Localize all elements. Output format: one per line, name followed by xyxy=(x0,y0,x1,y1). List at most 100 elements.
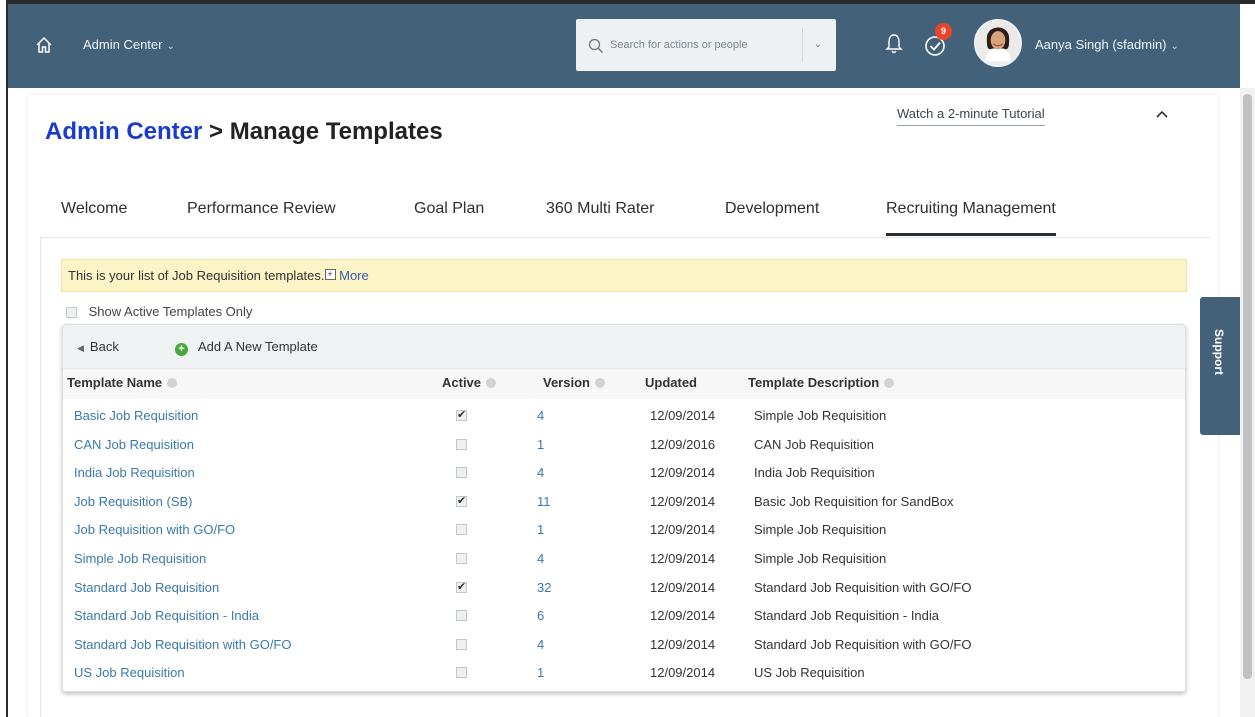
avatar-portrait-icon xyxy=(976,21,1020,65)
version-link[interactable]: 6 xyxy=(537,608,544,623)
add-new-template-button[interactable]: + Add A New Template xyxy=(175,339,318,356)
expand-plus-icon[interactable]: + xyxy=(324,269,336,280)
active-checkbox[interactable] xyxy=(456,438,467,450)
updated-date: 12/09/2014 xyxy=(650,522,716,538)
back-label: Back xyxy=(89,339,119,354)
tab-360-multi-rater[interactable]: 360 Multi Rater xyxy=(546,200,655,236)
breadcrumb: Admin Center > Manage Templates xyxy=(45,118,443,146)
column-header-updated[interactable]: Updated xyxy=(645,375,697,390)
search-scope-chevron-icon[interactable]: ⌄ xyxy=(808,36,828,54)
todo-button[interactable]: 9 xyxy=(923,23,953,60)
version-link[interactable]: 4 xyxy=(537,551,544,566)
support-tab[interactable]: Support xyxy=(1200,297,1240,435)
search-divider xyxy=(802,28,803,62)
template-name-link[interactable]: Standard Job Requisition xyxy=(74,580,219,595)
template-name-link[interactable]: India Job Requisition xyxy=(74,465,195,480)
search-box[interactable]: Search for actions or people ⌄ xyxy=(576,19,836,71)
version-link[interactable]: 4 xyxy=(537,465,544,480)
table-row: India Job Requisition 4 12/09/2014 India Jo… xyxy=(63,459,1185,487)
scrollbar-thumb[interactable] xyxy=(1243,94,1252,679)
template-name-link[interactable]: Basic Job Requisition xyxy=(74,408,198,423)
tutorial-link[interactable]: Watch a 2-minute Tutorial xyxy=(897,106,1045,126)
add-plus-icon: + xyxy=(175,343,188,356)
active-checkbox[interactable] xyxy=(456,610,467,622)
add-new-template-label: Add A New Template xyxy=(198,339,318,354)
table-row: Simple Job Requisition 4 12/09/2014 Simple … xyxy=(63,545,1185,573)
more-link[interactable]: More xyxy=(339,268,369,283)
version-link[interactable]: 1 xyxy=(537,437,544,452)
template-name-link[interactable]: Standard Job Requisition - India xyxy=(74,608,259,623)
breadcrumb-separator: > xyxy=(202,118,230,145)
template-description: CAN Job Requisition xyxy=(754,436,874,452)
column-header-template-description[interactable]: Template Description xyxy=(748,375,895,390)
template-name-link[interactable]: CAN Job Requisition xyxy=(74,437,194,452)
active-checkbox[interactable] xyxy=(456,667,467,679)
tab-bar: Welcome Performance Review Goal Plan 360… xyxy=(45,200,1145,238)
support-label: Support xyxy=(1212,329,1226,375)
active-checkbox[interactable] xyxy=(456,553,467,564)
active-only-filter[interactable]: Show Active Templates Only xyxy=(66,304,252,319)
active-checkbox[interactable] xyxy=(456,467,467,479)
updated-date: 12/09/2014 xyxy=(650,551,716,566)
updated-date: 12/09/2014 xyxy=(650,579,716,595)
template-description: Standard Job Requisition with GO/FO xyxy=(754,636,972,652)
template-name-link[interactable]: US Job Requisition xyxy=(74,665,185,680)
template-description: India Job Requisition xyxy=(754,465,875,481)
column-header-version[interactable]: Version xyxy=(543,375,605,390)
templates-table: ◀ Back + Add A New Template Template Name … xyxy=(62,324,1186,692)
active-checkbox[interactable] xyxy=(456,524,467,536)
home-icon[interactable] xyxy=(34,35,54,55)
todo-count-badge: 9 xyxy=(935,23,952,40)
column-header-template-name[interactable]: Template Name xyxy=(67,375,178,390)
version-link[interactable]: 11 xyxy=(537,494,551,509)
template-name-link[interactable]: Simple Job Requisition xyxy=(74,551,206,566)
version-link[interactable]: 4 xyxy=(537,637,544,652)
version-link[interactable]: 1 xyxy=(537,665,544,680)
search-input[interactable]: Search for actions or people xyxy=(610,39,748,51)
table-row: Standard Job Requisition with GO/FO 4 12/0… xyxy=(63,631,1185,659)
active-only-checkbox[interactable] xyxy=(66,307,77,319)
tab-welcome[interactable]: Welcome xyxy=(61,200,127,236)
table-header-row xyxy=(63,369,1185,399)
active-checkbox[interactable] xyxy=(456,638,467,650)
tab-performance-review[interactable]: Performance Review xyxy=(187,200,336,236)
user-menu[interactable]: Aanya Singh (sfadmin) ⌄ xyxy=(1035,37,1179,52)
table-row: CAN Job Requisition 1 12/09/2016 CAN Job Re… xyxy=(63,431,1185,459)
bell-icon[interactable] xyxy=(885,33,903,55)
updated-date: 12/09/2014 xyxy=(650,636,716,652)
breadcrumb-admin-center-link[interactable]: Admin Center xyxy=(45,118,202,145)
template-description: Simple Job Requisition xyxy=(754,522,887,538)
info-icon xyxy=(486,378,497,388)
template-name-link[interactable]: Job Requisition with GO/FO xyxy=(74,522,235,537)
tab-development[interactable]: Development xyxy=(725,200,819,236)
column-header-active[interactable]: Active xyxy=(442,375,497,390)
template-description: Basic Job Requisition for SandBox xyxy=(754,493,954,509)
column-header-label: Template Name xyxy=(67,375,163,390)
back-button[interactable]: ◀ Back xyxy=(77,339,119,354)
tab-goal-plan[interactable]: Goal Plan xyxy=(414,200,484,236)
table-row: Standard Job Requisition - India 6 12/09/2… xyxy=(63,602,1185,630)
info-icon xyxy=(594,378,605,388)
active-checkbox[interactable] xyxy=(456,408,467,421)
user-name: Aanya Singh (sfadmin) xyxy=(1035,37,1167,52)
page-scrollbar[interactable] xyxy=(1240,88,1255,717)
updated-date: 12/09/2014 xyxy=(650,465,716,481)
tab-recruiting-management[interactable]: Recruiting Management xyxy=(886,200,1056,236)
table-toolbar: ◀ Back + Add A New Template xyxy=(63,325,1185,369)
collapse-chevron-up-icon[interactable] xyxy=(1155,108,1169,120)
avatar[interactable] xyxy=(974,19,1022,67)
active-only-label: Show Active Templates Only xyxy=(88,304,253,319)
template-name-link[interactable]: Job Requisition (SB) xyxy=(74,494,193,509)
table-row: Standard Job Requisition 32 12/09/2014 Stan… xyxy=(63,574,1185,602)
app-switcher[interactable]: Admin Center ⌄ xyxy=(83,37,175,52)
version-link[interactable]: 4 xyxy=(537,408,544,423)
version-link[interactable]: 1 xyxy=(537,522,544,537)
active-checkbox[interactable] xyxy=(456,580,467,593)
updated-date: 12/09/2014 xyxy=(650,608,716,624)
active-checkbox[interactable] xyxy=(456,494,467,507)
column-header-label: Template Description xyxy=(748,375,880,390)
info-text: This is your list of Job Requisition tem… xyxy=(68,268,325,283)
table-row: Basic Job Requisition 4 12/09/2014 Simple J… xyxy=(63,402,1185,430)
version-link[interactable]: 32 xyxy=(537,580,551,595)
template-name-link[interactable]: Standard Job Requisition with GO/FO xyxy=(74,637,292,652)
